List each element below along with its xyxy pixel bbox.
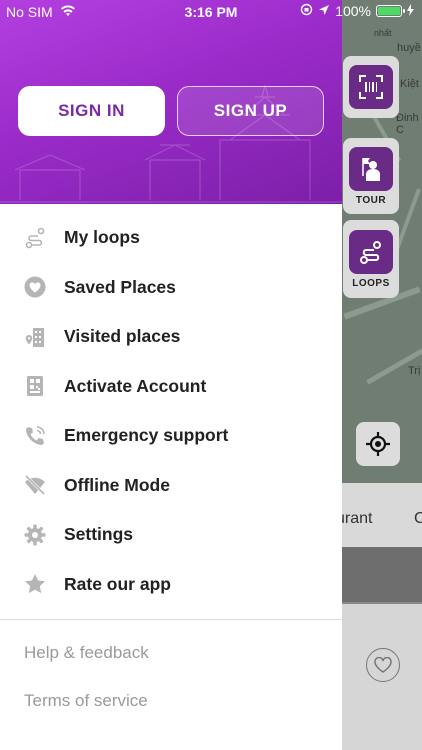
heart-icon [23,275,47,299]
background-strip [342,547,422,602]
tour-guide-icon [349,146,393,191]
navigation-drawer: SIGN IN SIGN UP My loops Saved Places Vi… [0,0,342,750]
loops-button[interactable]: LOOPS [343,220,399,298]
orientation-lock-icon [300,3,313,19]
menu-divider [0,619,342,620]
category-tabs[interactable]: urant C [336,483,422,547]
menu-item-emergency-support[interactable]: Emergency support [0,411,342,461]
map-label: Kiệt [400,78,419,90]
barcode-scan-button[interactable] [343,56,399,118]
menu-item-offline-mode[interactable]: Offline Mode [0,461,342,511]
menu-item-activate-account[interactable]: Activate Account [0,362,342,412]
map-label: nhất [374,28,392,38]
menu-item-label: Saved Places [64,276,176,297]
menu-item-label: Rate our app [64,573,171,594]
menu-item-label: Emergency support [64,425,229,446]
battery-percent: 100% [335,3,371,19]
status-bar: No SIM 3:16 PM 100% [0,0,422,24]
loops-label: LOOPS [352,277,390,289]
menu-item-label: My loops [64,227,140,248]
wifi-icon [60,4,76,20]
loops-icon [349,229,393,274]
tour-button[interactable]: TOUR [343,138,399,214]
visited-building-icon [23,325,47,349]
menu-item-label: Visited places [64,326,181,347]
charging-bolt-icon [407,3,414,19]
star-icon [23,572,47,596]
sign-in-button[interactable]: SIGN IN [18,86,165,136]
drawer-menu: My loops Saved Places Visited places Act… [0,213,342,609]
carrier-label: No SIM [6,4,53,20]
menu-item-visited-places[interactable]: Visited places [0,312,342,362]
loop-route-icon [23,226,47,250]
menu-item-settings[interactable]: Settings [0,510,342,560]
menu-item-my-loops[interactable]: My loops [0,213,342,263]
tour-label: TOUR [355,194,387,206]
sign-up-button[interactable]: SIGN UP [177,86,324,136]
favorite-heart-icon[interactable] [366,648,400,682]
help-feedback-link[interactable]: Help & feedback [24,643,149,663]
location-arrow-icon [318,3,330,19]
qr-code-icon [23,374,47,398]
menu-item-label: Settings [64,524,134,545]
phone-call-icon [23,424,47,448]
map-label: Trị [408,365,421,377]
battery-icon [376,5,405,17]
barcode-icon [349,65,393,109]
gear-icon [23,523,47,547]
menu-item-saved-places[interactable]: Saved Places [0,263,342,313]
menu-item-label: Activate Account [64,375,207,396]
menu-item-rate-our-app[interactable]: Rate our app [0,560,342,610]
wifi-off-icon [23,473,47,497]
map-label: huyề [397,42,421,54]
crosshair-icon [366,432,390,456]
menu-item-label: Offline Mode [64,474,170,495]
terms-of-service-link[interactable]: Terms of service [24,691,148,711]
locate-me-button[interactable] [356,422,400,466]
drawer-header: SIGN IN SIGN UP [0,0,342,204]
category-tab[interactable]: C [414,510,422,528]
map-label: Đinh C [396,112,419,136]
